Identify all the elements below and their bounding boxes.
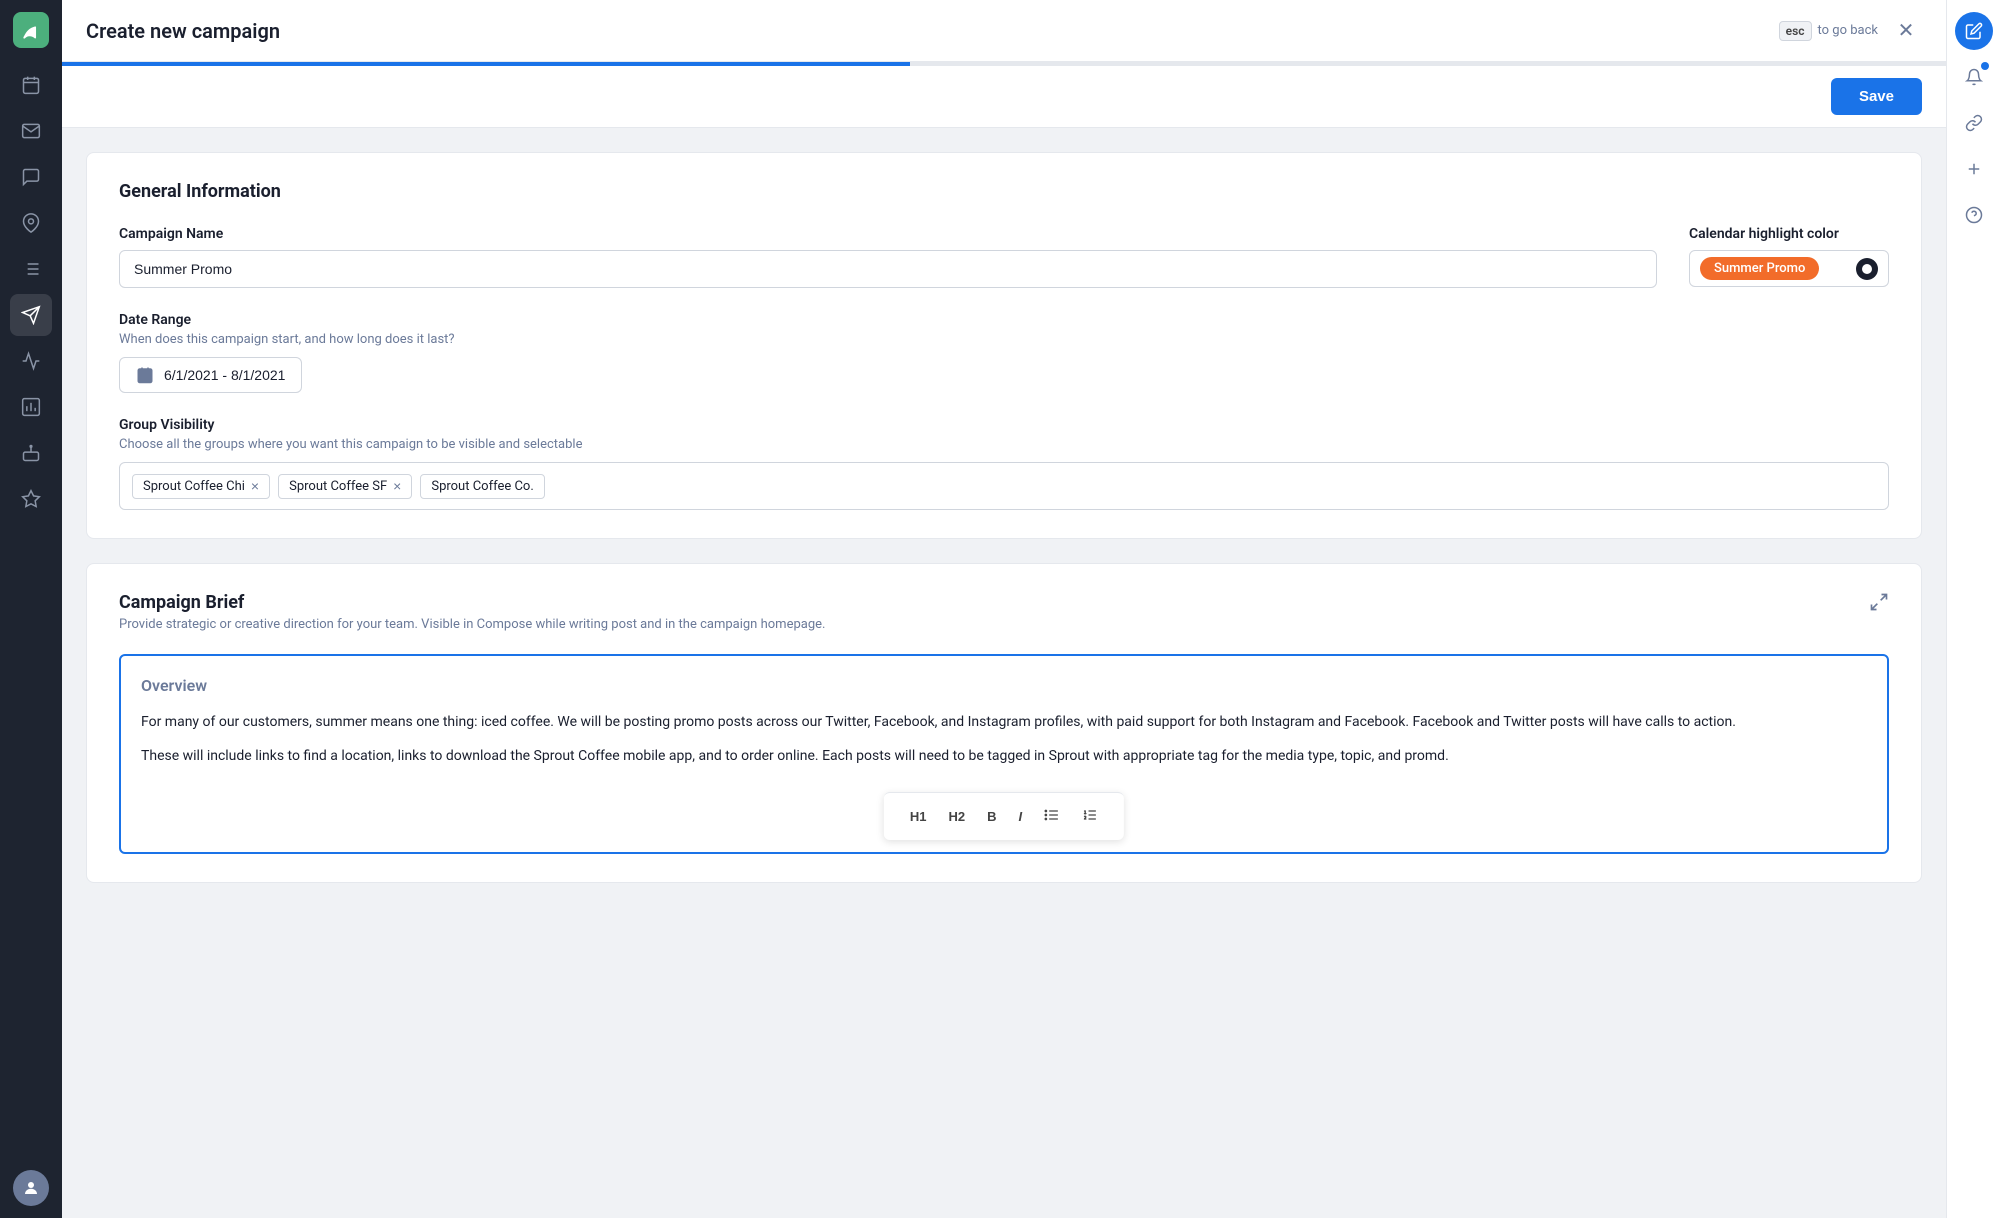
date-range-button[interactable]: 6/1/2021 - 8/1/2021: [119, 357, 302, 393]
left-sidebar: [0, 0, 62, 1218]
brief-editor-text: For many of our customers, summer means …: [141, 711, 1867, 768]
editor-toolbar: H1 H2 B I: [884, 792, 1124, 840]
calendar-color-label: Calendar highlight color: [1689, 226, 1889, 242]
edit-button[interactable]: [1955, 12, 1993, 50]
sidebar-item-inbox[interactable]: [10, 110, 52, 152]
toolbar-ordered-list[interactable]: [1072, 801, 1108, 832]
sidebar-item-pin[interactable]: [10, 202, 52, 244]
campaign-name-group: Campaign Name: [119, 226, 1657, 288]
tag-sf-remove[interactable]: ×: [393, 479, 401, 493]
color-tag: Summer Promo: [1700, 257, 1819, 280]
calendar-color-group: Calendar highlight color Summer Promo: [1689, 226, 1889, 287]
tag-co: Sprout Coffee Co.: [420, 474, 544, 499]
general-information-card: General Information Campaign Name Calend…: [86, 152, 1922, 539]
expand-button[interactable]: [1869, 592, 1889, 616]
toolbar-unordered-list[interactable]: [1034, 801, 1070, 832]
right-sidebar: [1946, 0, 2000, 1218]
group-visibility-section: Group Visibility Choose all the groups w…: [119, 417, 1889, 510]
main-content: Create new campaign esc to go back ✕ Sav…: [62, 0, 1946, 1218]
campaign-name-label: Campaign Name: [119, 226, 1657, 242]
form-toolbar: Save: [62, 66, 1946, 128]
brief-editor[interactable]: Overview For many of our customers, summ…: [119, 654, 1889, 854]
date-range-value: 6/1/2021 - 8/1/2021: [164, 367, 285, 383]
tag-chi-label: Sprout Coffee Chi: [143, 479, 245, 494]
tag-chi: Sprout Coffee Chi ×: [132, 474, 270, 499]
toolbar-bold[interactable]: B: [977, 801, 1006, 832]
notification-button[interactable]: [1955, 58, 1993, 96]
group-visibility-sublabel: Choose all the groups where you want thi…: [119, 437, 1889, 452]
header-actions: esc to go back ✕: [1779, 15, 1922, 47]
help-button[interactable]: [1955, 196, 1993, 234]
brief-editor-title: Overview: [141, 676, 1867, 695]
add-button[interactable]: [1955, 150, 1993, 188]
campaign-name-row: Campaign Name Calendar highlight color S…: [119, 226, 1889, 288]
form-content: General Information Campaign Name Calend…: [62, 128, 1946, 1218]
close-button[interactable]: ✕: [1890, 15, 1922, 47]
notification-dot: [1981, 62, 1989, 70]
campaign-brief-title: Campaign Brief: [119, 592, 825, 613]
brief-paragraph-2: These will include links to find a locat…: [141, 745, 1867, 767]
campaign-name-input[interactable]: [119, 250, 1657, 288]
date-range-label: Date Range: [119, 312, 1889, 328]
link-button[interactable]: [1955, 104, 1993, 142]
user-avatar[interactable]: [13, 1170, 49, 1206]
sidebar-item-reports[interactable]: [10, 386, 52, 428]
toolbar-italic[interactable]: I: [1009, 801, 1033, 832]
date-range-section: Date Range When does this campaign start…: [119, 312, 1889, 393]
sidebar-item-calendar[interactable]: [10, 64, 52, 106]
brief-paragraph-1: For many of our customers, summer means …: [141, 711, 1867, 733]
page-header: Create new campaign esc to go back ✕: [62, 0, 1946, 62]
brief-header: Campaign Brief Provide strategic or crea…: [119, 592, 1889, 648]
color-circle-button[interactable]: [1856, 258, 1878, 280]
calendar-icon: [136, 366, 154, 384]
tag-co-label: Sprout Coffee Co.: [431, 479, 533, 494]
brief-header-text: Campaign Brief Provide strategic or crea…: [119, 592, 825, 648]
sidebar-item-send[interactable]: [10, 294, 52, 336]
page-title: Create new campaign: [86, 19, 1779, 43]
esc-hint-text: to go back: [1818, 23, 1878, 38]
tag-sf: Sprout Coffee SF ×: [278, 474, 412, 499]
brief-sublabel: Provide strategic or creative direction …: [119, 617, 825, 632]
sidebar-item-star[interactable]: [10, 478, 52, 520]
general-information-title: General Information: [119, 181, 1889, 202]
sidebar-item-list[interactable]: [10, 248, 52, 290]
sidebar-item-analytics[interactable]: [10, 340, 52, 382]
esc-hint: esc to go back: [1779, 21, 1878, 41]
sidebar-item-bot[interactable]: [10, 432, 52, 474]
group-visibility-tags[interactable]: Sprout Coffee Chi × Sprout Coffee SF × S…: [119, 462, 1889, 510]
save-button[interactable]: Save: [1831, 78, 1922, 115]
esc-badge: esc: [1779, 21, 1812, 41]
tag-sf-label: Sprout Coffee SF: [289, 479, 387, 494]
toolbar-h2[interactable]: H2: [938, 801, 975, 832]
date-range-sublabel: When does this campaign start, and how l…: [119, 332, 1889, 347]
toolbar-h1[interactable]: H1: [900, 801, 937, 832]
group-visibility-label: Group Visibility: [119, 417, 1889, 433]
calendar-color-preview[interactable]: Summer Promo: [1689, 250, 1889, 287]
tag-chi-remove[interactable]: ×: [251, 479, 259, 493]
sidebar-item-messages[interactable]: [10, 156, 52, 198]
campaign-brief-card: Campaign Brief Provide strategic or crea…: [86, 563, 1922, 883]
app-logo[interactable]: [13, 12, 49, 48]
